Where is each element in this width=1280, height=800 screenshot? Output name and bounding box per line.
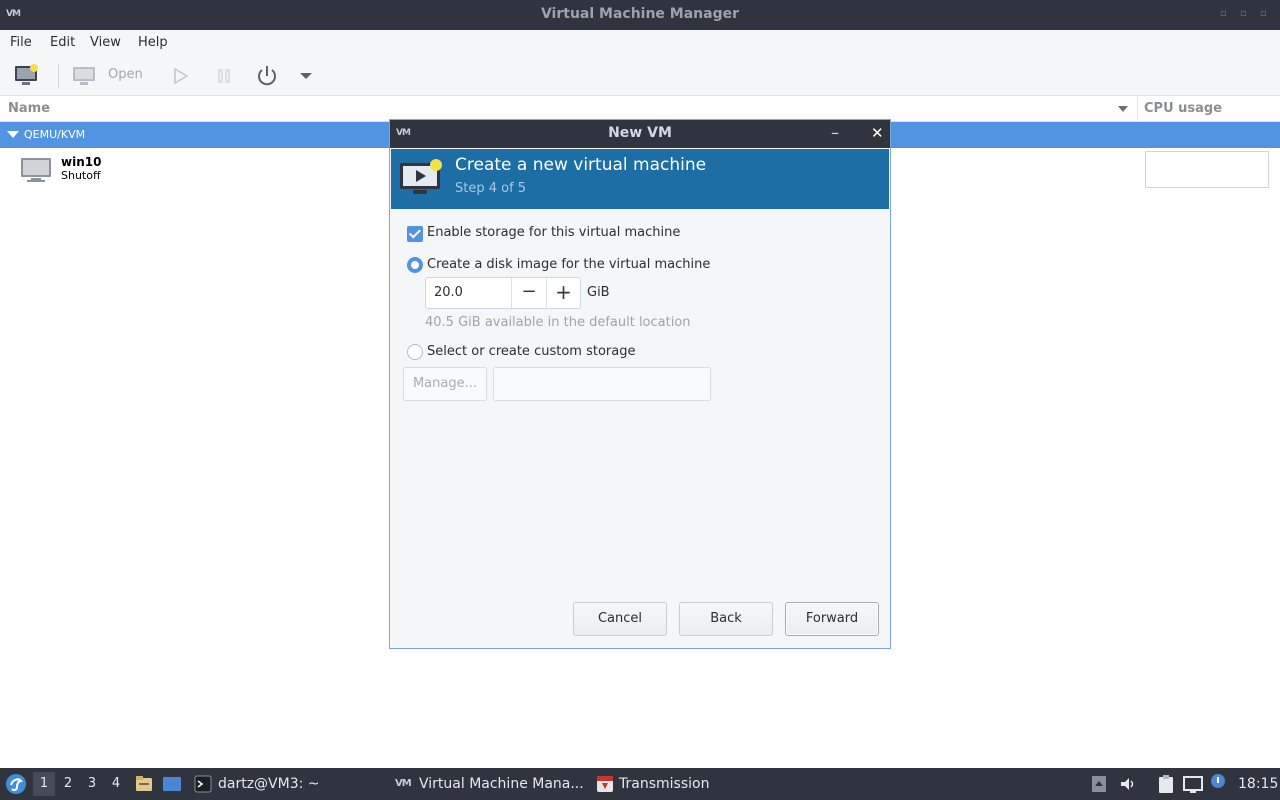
dialog-titlebar: VM New VM – ✕ xyxy=(390,120,890,148)
connection-label: QEMU/KVM xyxy=(24,128,86,141)
vm-name: win10 xyxy=(61,155,102,169)
task-virt-manager[interactable]: Virtual Machine Mana... xyxy=(419,776,584,792)
enable-storage-checkbox[interactable] xyxy=(407,226,423,242)
increment-button[interactable]: + xyxy=(546,278,580,308)
workspace-3[interactable]: 3 xyxy=(81,772,103,796)
run-icon[interactable] xyxy=(172,68,188,84)
taskbar: 1 2 3 4 dartz@VM3: ~ VM Virtual Machine … xyxy=(0,768,1280,800)
vm-monitor-icon xyxy=(21,158,51,182)
enable-storage-label[interactable]: Enable storage for this virtual machine xyxy=(427,225,680,240)
workspace-4[interactable]: 4 xyxy=(105,772,127,796)
menu-file[interactable]: File xyxy=(10,35,32,50)
pause-icon[interactable] xyxy=(216,68,232,84)
forward-button[interactable]: Forward xyxy=(785,602,879,636)
maximize-icon[interactable]: ▫ xyxy=(1240,9,1250,19)
column-cpu-usage[interactable]: CPU usage xyxy=(1144,101,1222,116)
column-name[interactable]: Name xyxy=(8,101,50,116)
new-vm-dialog: VM New VM – ✕ Create a new virtual machi… xyxy=(389,119,891,649)
clock: 18:15 xyxy=(1238,776,1279,792)
custom-storage-path-input[interactable] xyxy=(493,367,711,401)
tray-arrow-icon[interactable] xyxy=(1091,775,1107,793)
menu-view[interactable]: View xyxy=(90,35,121,50)
chevron-down-icon[interactable] xyxy=(299,71,313,81)
task-transmission[interactable]: Transmission xyxy=(619,776,709,792)
dialog-title: New VM xyxy=(608,125,672,141)
open-button[interactable]: Open xyxy=(108,67,143,82)
virt-manager-icon: VM xyxy=(395,778,412,789)
wizard-step: Step 4 of 5 xyxy=(455,181,527,196)
close-icon[interactable]: ✕ xyxy=(871,124,884,142)
wizard-heading: Create a new virtual machine xyxy=(455,155,707,175)
toolbar-separator xyxy=(58,64,59,88)
volume-icon[interactable] xyxy=(1119,775,1137,793)
desktop-icon[interactable] xyxy=(162,775,182,793)
menu-edit[interactable]: Edit xyxy=(50,35,75,50)
task-terminal[interactable]: dartz@VM3: ~ xyxy=(218,776,320,792)
expander-icon[interactable] xyxy=(7,131,19,138)
create-disk-radio[interactable] xyxy=(407,257,423,273)
window-title: Virtual Machine Manager xyxy=(540,6,740,22)
new-vm-icon xyxy=(400,159,442,194)
power-icon[interactable] xyxy=(255,64,279,88)
vm-state: Shutoff xyxy=(61,169,101,182)
minimize-icon[interactable]: – xyxy=(831,123,839,142)
wizard-banner: Create a new virtual machine Step 4 of 5 xyxy=(391,149,889,209)
cpu-usage-graph xyxy=(1145,151,1269,188)
disk-size-value[interactable]: 20.0 xyxy=(434,285,463,300)
toolbar: Open xyxy=(0,56,1280,96)
terminal-icon xyxy=(194,775,212,793)
workspace-1[interactable]: 1 xyxy=(33,772,55,796)
custom-storage-label[interactable]: Select or create custom storage xyxy=(427,344,635,359)
notification-icon[interactable] xyxy=(1210,773,1226,789)
monitor-icon xyxy=(73,67,95,85)
app-menu-icon[interactable] xyxy=(5,773,27,795)
create-disk-label[interactable]: Create a disk image for the virtual mach… xyxy=(427,257,710,272)
workspace-2[interactable]: 2 xyxy=(57,772,79,796)
sort-chevron-icon[interactable] xyxy=(1117,105,1129,113)
network-icon[interactable] xyxy=(1182,774,1204,794)
transmission-icon xyxy=(597,776,613,792)
file-manager-icon[interactable] xyxy=(135,775,153,793)
back-button[interactable]: Back xyxy=(679,602,773,636)
column-divider xyxy=(1137,96,1138,122)
custom-storage-radio[interactable] xyxy=(407,344,423,360)
cancel-button[interactable]: Cancel xyxy=(573,602,667,636)
minimize-icon[interactable]: ▫ xyxy=(1220,9,1230,19)
menu-help[interactable]: Help xyxy=(138,35,168,50)
main-titlebar: VM Virtual Machine Manager ▫ ▫ ▫ xyxy=(0,0,1280,30)
available-space-text: 40.5 GiB available in the default locati… xyxy=(425,315,691,330)
menubar: File Edit View Help xyxy=(0,30,1280,56)
disk-size-unit: GiB xyxy=(587,285,610,300)
decrement-button[interactable]: − xyxy=(511,278,546,308)
close-icon[interactable]: ▫ xyxy=(1260,9,1270,19)
disk-size-spinbutton[interactable]: 20.0 − + xyxy=(425,277,581,309)
new-vm-icon[interactable] xyxy=(14,63,40,87)
clipboard-icon[interactable] xyxy=(1156,774,1176,794)
manage-button[interactable]: Manage... xyxy=(403,367,487,401)
